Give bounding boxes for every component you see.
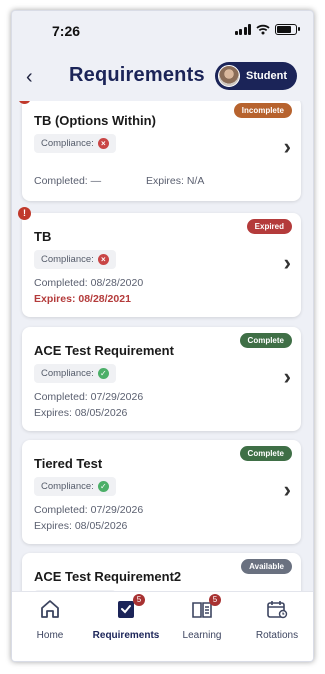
compliance-label: Compliance:: [41, 138, 94, 149]
chevron-right-icon[interactable]: ›: [284, 477, 291, 503]
compliance-chip: Compliance: ✓: [34, 477, 116, 496]
requirements-list: ! TB (Options Within) Incomplete Complia…: [12, 101, 313, 593]
tab-label: Learning: [182, 630, 222, 641]
completed-date: Completed: 08/28/2020: [34, 277, 144, 289]
expires-date: Expires: 08/28/2021: [34, 293, 131, 305]
back-icon[interactable]: ‹: [26, 66, 33, 89]
completed-date: Completed: —: [34, 175, 102, 187]
requirement-card[interactable]: ACE Test Requirement2 Available Complian…: [22, 553, 301, 593]
page-title: Requirements: [69, 64, 205, 86]
expires-date: Expires: 08/05/2026: [34, 407, 128, 419]
alert-icon: !: [18, 101, 31, 104]
header: ‹ Requirements Student: [12, 59, 313, 95]
calendar-icon: [266, 599, 288, 619]
role-label: Student: [246, 70, 287, 82]
requirement-card[interactable]: ! TB Expired Compliance: × › Completed: …: [18, 207, 301, 317]
tab-learning[interactable]: 5 Learning: [164, 594, 240, 648]
completed-date: Completed: 07/29/2026: [34, 391, 144, 403]
book-icon: 5: [191, 594, 221, 619]
compliance-label: Compliance:: [41, 481, 94, 492]
wifi-icon: [256, 24, 270, 35]
check-circle-icon: ✓: [97, 481, 109, 492]
requirement-card[interactable]: Tiered Test Complete Compliance: ✓ › Com…: [22, 440, 301, 544]
requirement-card[interactable]: ACE Test Requirement Complete Compliance…: [22, 327, 301, 431]
tab-bar: Home 5 Requirements 5 Learning Rotations: [12, 591, 313, 661]
tab-home[interactable]: Home: [12, 598, 88, 648]
check-circle-icon: ✓: [97, 368, 109, 379]
alert-icon: !: [18, 207, 31, 220]
requirement-title: Tiered Test: [34, 456, 103, 471]
notification-badge: 5: [209, 594, 221, 606]
status-time: 7:26: [52, 23, 81, 39]
requirement-title: TB (Options Within): [34, 113, 156, 128]
x-circle-icon: ×: [97, 254, 109, 265]
checklist-icon: 5: [115, 594, 145, 619]
phone-frame: 7:26 ‹ Requirements Student ! TB (Option…: [11, 10, 314, 662]
status-badge: Incomplete: [233, 103, 292, 118]
tab-rotations[interactable]: Rotations: [239, 598, 313, 648]
role-switch-button[interactable]: Student: [215, 62, 297, 90]
battery-icon: [275, 24, 300, 35]
x-circle-icon: ×: [97, 138, 109, 149]
tab-label: Rotations: [255, 630, 299, 641]
requirement-title: ACE Test Requirement: [34, 343, 174, 358]
compliance-chip: Compliance: ×: [34, 250, 116, 269]
status-icons: [234, 24, 300, 35]
requirement-card[interactable]: ! TB (Options Within) Incomplete Complia…: [18, 101, 301, 201]
requirement-title: TB: [34, 229, 52, 244]
expires-date: Expires: N/A: [146, 175, 205, 187]
compliance-chip: Compliance: ×: [34, 134, 116, 153]
home-icon: [39, 599, 61, 619]
tab-requirements[interactable]: 5 Requirements: [88, 594, 164, 648]
chevron-right-icon[interactable]: ›: [284, 250, 291, 276]
notification-badge: 5: [133, 594, 145, 606]
compliance-label: Compliance:: [41, 368, 94, 379]
chevron-right-icon[interactable]: ›: [284, 364, 291, 390]
tab-label: Home: [36, 630, 64, 641]
chevron-right-icon[interactable]: ›: [284, 134, 291, 160]
tab-label: Requirements: [92, 630, 160, 641]
avatar: [218, 65, 241, 87]
status-badge: Complete: [239, 446, 292, 461]
status-badge: Complete: [239, 333, 292, 348]
compliance-chip: Compliance: ✓: [34, 364, 116, 383]
completed-date: Completed: 07/29/2026: [34, 504, 144, 516]
status-badge: Available: [241, 559, 292, 574]
expires-date: Expires: 08/05/2026: [34, 520, 128, 532]
compliance-label: Compliance:: [41, 254, 94, 265]
status-badge: Expired: [246, 219, 292, 234]
signal-icon: [234, 24, 251, 35]
status-bar: 7:26: [12, 11, 313, 51]
requirement-title: ACE Test Requirement2: [34, 569, 182, 584]
